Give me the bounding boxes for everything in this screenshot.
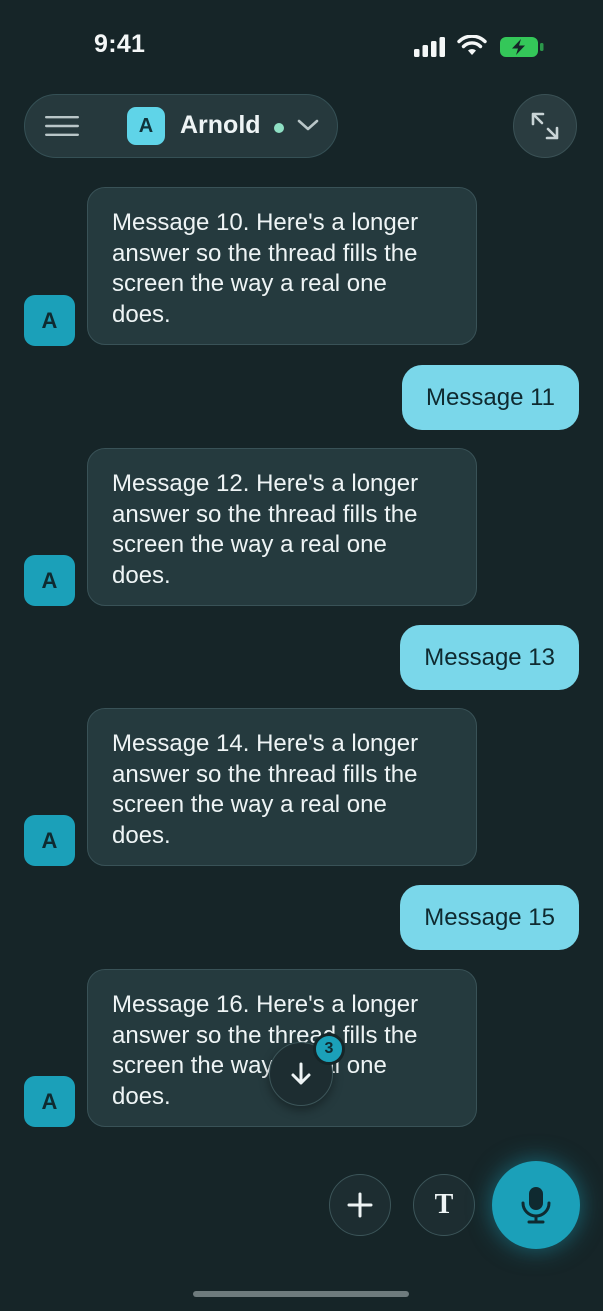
status-time: 9:41 bbox=[94, 30, 146, 58]
add-attachment-button[interactable] bbox=[329, 1174, 391, 1236]
agent-selector-pill: A Arnold bbox=[24, 94, 338, 158]
user-message: Message 11 bbox=[402, 365, 579, 430]
arrow-down-icon bbox=[291, 1062, 311, 1085]
plus-icon bbox=[347, 1192, 373, 1218]
battery-charging-icon bbox=[500, 37, 544, 57]
agent-avatar: A bbox=[24, 555, 75, 606]
agent-avatar[interactable]: A bbox=[127, 107, 165, 145]
microphone-button[interactable] bbox=[492, 1161, 580, 1249]
cellular-signal-icon bbox=[414, 37, 445, 57]
agent-name[interactable]: Arnold bbox=[180, 111, 261, 140]
agent-message: Message 10. Here's a longer answer so th… bbox=[87, 187, 477, 345]
expand-button[interactable] bbox=[513, 94, 577, 158]
agent-avatar: A bbox=[24, 1076, 75, 1127]
expand-arrows-icon bbox=[531, 112, 559, 140]
chevron-down-icon[interactable] bbox=[297, 117, 319, 133]
agent-message: Message 14. Here's a longer answer so th… bbox=[87, 708, 477, 866]
online-status-dot bbox=[274, 123, 284, 133]
user-message: Message 15 bbox=[400, 885, 579, 950]
microphone-icon bbox=[521, 1187, 551, 1224]
unread-count-badge: 3 bbox=[313, 1033, 345, 1065]
text-mode-button[interactable]: T bbox=[413, 1174, 475, 1236]
agent-avatar: A bbox=[24, 815, 75, 866]
agent-avatar: A bbox=[24, 295, 75, 346]
user-message: Message 13 bbox=[400, 625, 579, 690]
wifi-icon bbox=[457, 35, 487, 55]
home-indicator bbox=[193, 1291, 409, 1297]
hamburger-menu-icon[interactable] bbox=[45, 115, 79, 137]
text-mode-label: T bbox=[434, 1189, 454, 1220]
agent-message: Message 12. Here's a longer answer so th… bbox=[87, 448, 477, 606]
